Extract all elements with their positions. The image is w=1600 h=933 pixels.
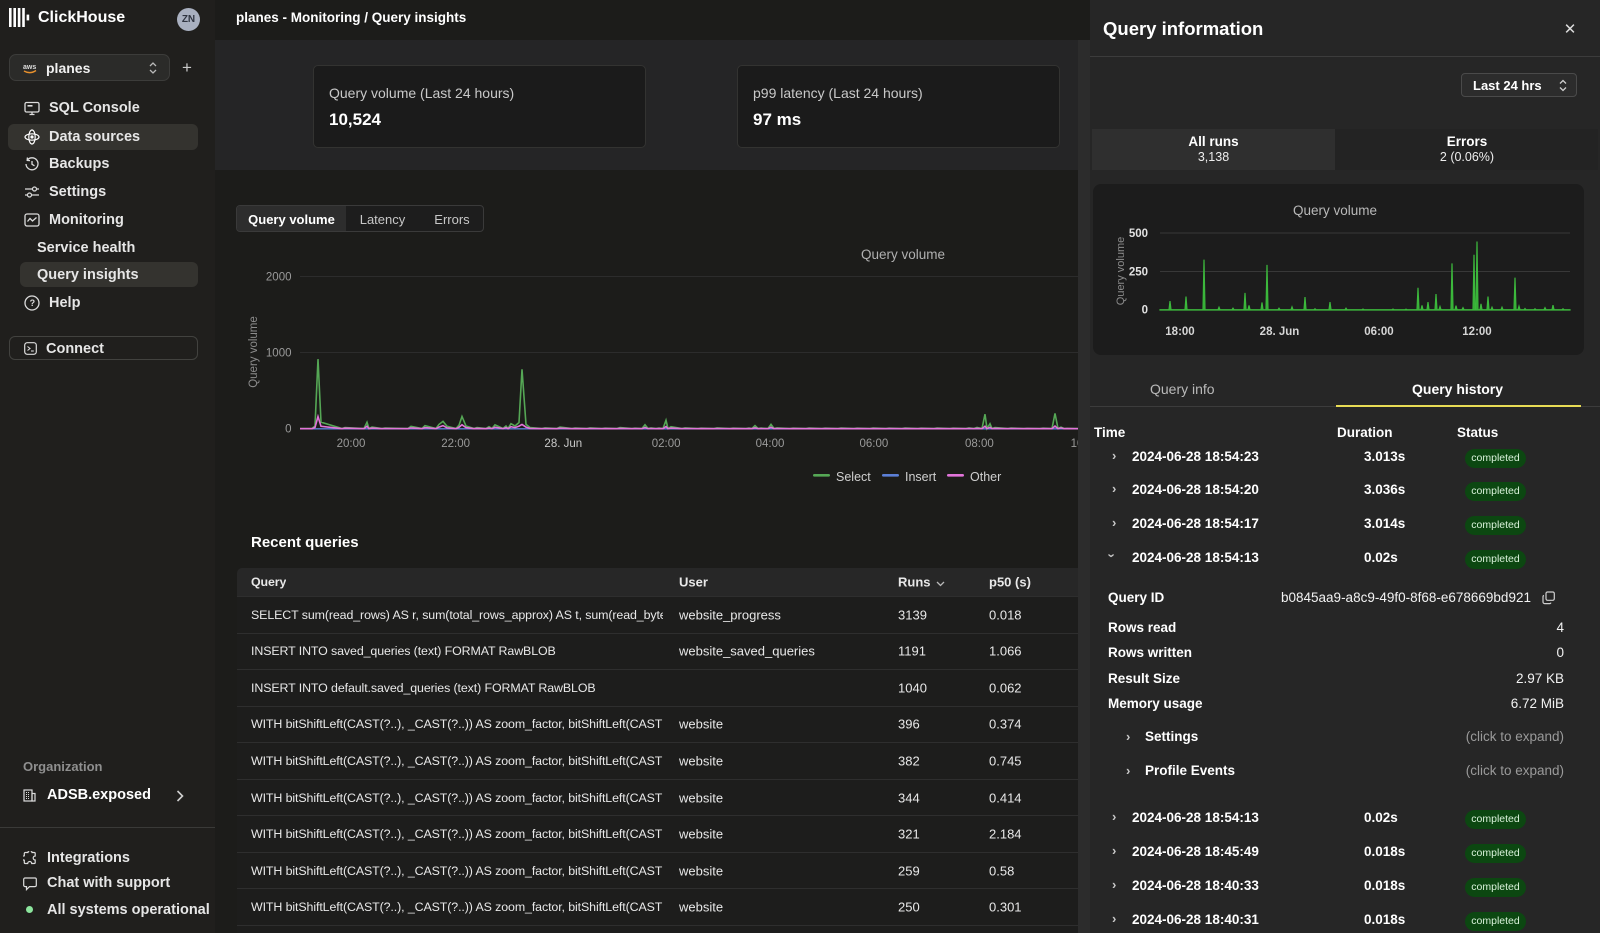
svg-text:Query volume: Query volume	[248, 316, 260, 388]
svg-text:Other: Other	[970, 470, 1001, 484]
svg-text:12:00: 12:00	[1462, 326, 1491, 338]
svg-text:28. Jun: 28. Jun	[1260, 326, 1300, 338]
svg-text:06:00: 06:00	[860, 438, 889, 450]
svg-text:1000: 1000	[266, 348, 292, 360]
svg-text:20:00: 20:00	[337, 438, 366, 450]
svg-text:22:00: 22:00	[441, 438, 470, 450]
svg-text:Insert: Insert	[905, 470, 937, 484]
svg-text:02:00: 02:00	[652, 438, 681, 450]
svg-text:18:00: 18:00	[1165, 326, 1194, 338]
svg-text:250: 250	[1129, 267, 1148, 279]
svg-text:06:00: 06:00	[1364, 326, 1393, 338]
svg-text:Select: Select	[836, 470, 871, 484]
svg-text:0: 0	[1142, 305, 1148, 317]
svg-text:Query volume: Query volume	[861, 247, 945, 262]
svg-text:08:00: 08:00	[965, 438, 994, 450]
svg-text:2000: 2000	[266, 272, 292, 284]
svg-text:28. Jun: 28. Jun	[544, 438, 582, 450]
svg-text:0: 0	[285, 424, 291, 436]
svg-text:?: ?	[30, 298, 35, 308]
svg-text:04:00: 04:00	[756, 438, 785, 450]
svg-text:Query volume: Query volume	[1115, 237, 1127, 305]
svg-text:Query volume: Query volume	[1293, 203, 1377, 218]
svg-text:500: 500	[1129, 228, 1148, 240]
svg-text:aws: aws	[23, 64, 36, 71]
